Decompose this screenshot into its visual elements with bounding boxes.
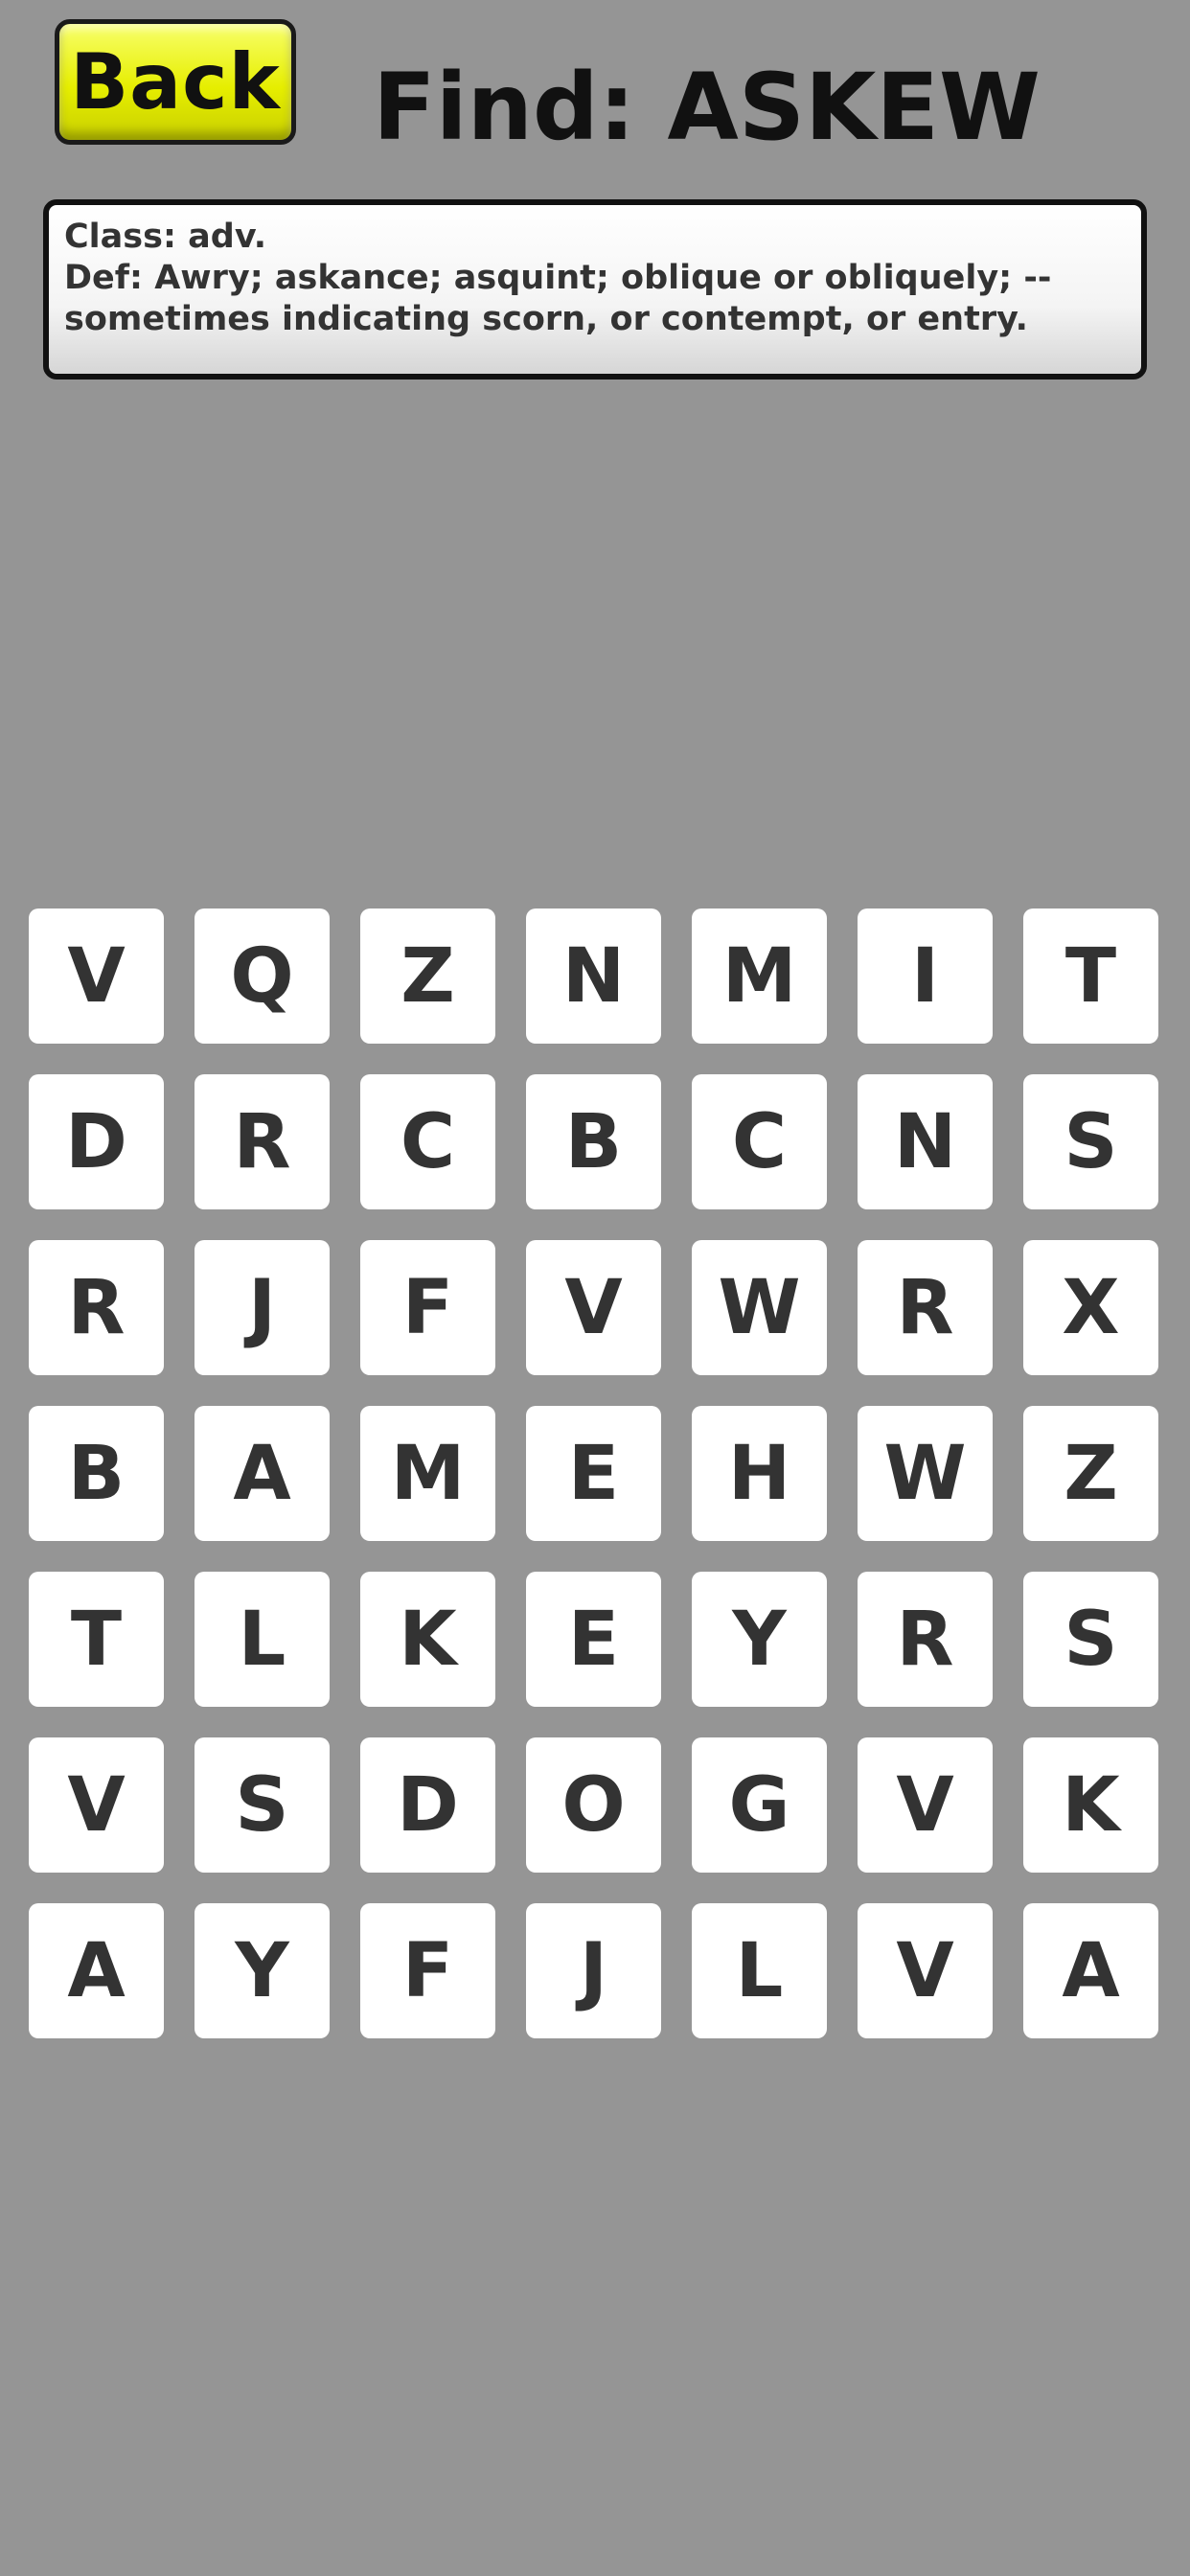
word-definition: Def: Awry; askance; asquint; oblique or … <box>64 259 1052 338</box>
letter-tile[interactable]: E <box>526 1406 661 1541</box>
letter-tile[interactable]: O <box>526 1737 661 1873</box>
letter-tile[interactable]: V <box>858 1737 993 1873</box>
letter-tile[interactable]: A <box>1023 1903 1158 2038</box>
letter-tile[interactable]: S <box>1023 1074 1158 1209</box>
letter-tile[interactable]: T <box>29 1572 164 1707</box>
letter-tile[interactable]: K <box>360 1572 495 1707</box>
letter-tile[interactable]: F <box>360 1240 495 1375</box>
letter-tile[interactable]: B <box>29 1406 164 1541</box>
letter-tile[interactable]: C <box>692 1074 827 1209</box>
letter-tile[interactable]: J <box>195 1240 330 1375</box>
letter-tile[interactable]: S <box>195 1737 330 1873</box>
letter-tile[interactable]: D <box>29 1074 164 1209</box>
letter-tile[interactable]: V <box>29 908 164 1044</box>
letter-tile[interactable]: C <box>360 1074 495 1209</box>
letter-tile[interactable]: W <box>858 1406 993 1541</box>
letter-tile[interactable]: V <box>858 1903 993 2038</box>
letter-tile[interactable]: D <box>360 1737 495 1873</box>
letter-tile[interactable]: R <box>195 1074 330 1209</box>
find-target-word: Find: ASKEW <box>373 54 1041 161</box>
letter-tile[interactable]: B <box>526 1074 661 1209</box>
letter-tile[interactable]: G <box>692 1737 827 1873</box>
letter-tile[interactable]: A <box>195 1406 330 1541</box>
letter-tile[interactable]: R <box>858 1572 993 1707</box>
definition-box: Class: adv. Def: Awry; askance; asquint;… <box>43 199 1147 380</box>
letter-tile[interactable]: R <box>29 1240 164 1375</box>
letter-tile[interactable]: K <box>1023 1737 1158 1873</box>
letter-tile[interactable]: N <box>526 908 661 1044</box>
letter-tile[interactable]: Q <box>195 908 330 1044</box>
letter-tile[interactable]: L <box>692 1903 827 2038</box>
letter-tile[interactable]: J <box>526 1903 661 2038</box>
letter-tile[interactable]: F <box>360 1903 495 2038</box>
letter-tile[interactable]: Y <box>195 1903 330 2038</box>
letter-tile[interactable]: S <box>1023 1572 1158 1707</box>
letter-tile[interactable]: X <box>1023 1240 1158 1375</box>
letter-tile[interactable]: A <box>29 1903 164 2038</box>
letter-tile[interactable]: H <box>692 1406 827 1541</box>
letter-tile[interactable]: V <box>526 1240 661 1375</box>
letter-tile[interactable]: Z <box>1023 1406 1158 1541</box>
letter-tile[interactable]: M <box>360 1406 495 1541</box>
letter-tile[interactable]: V <box>29 1737 164 1873</box>
letter-tile[interactable]: I <box>858 908 993 1044</box>
letter-tile[interactable]: W <box>692 1240 827 1375</box>
letter-tile[interactable]: R <box>858 1240 993 1375</box>
letter-tile[interactable]: M <box>692 908 827 1044</box>
letter-tile[interactable]: E <box>526 1572 661 1707</box>
word-class: Class: adv. <box>64 218 267 256</box>
letter-tile[interactable]: T <box>1023 908 1158 1044</box>
letter-tile[interactable]: L <box>195 1572 330 1707</box>
letter-tile[interactable]: N <box>858 1074 993 1209</box>
letter-tile[interactable]: Y <box>692 1572 827 1707</box>
letter-grid: V Q Z N M I T D R C B C N S R J F V W R … <box>29 908 1158 2038</box>
letter-tile[interactable]: Z <box>360 908 495 1044</box>
back-button[interactable]: Back <box>55 19 296 145</box>
